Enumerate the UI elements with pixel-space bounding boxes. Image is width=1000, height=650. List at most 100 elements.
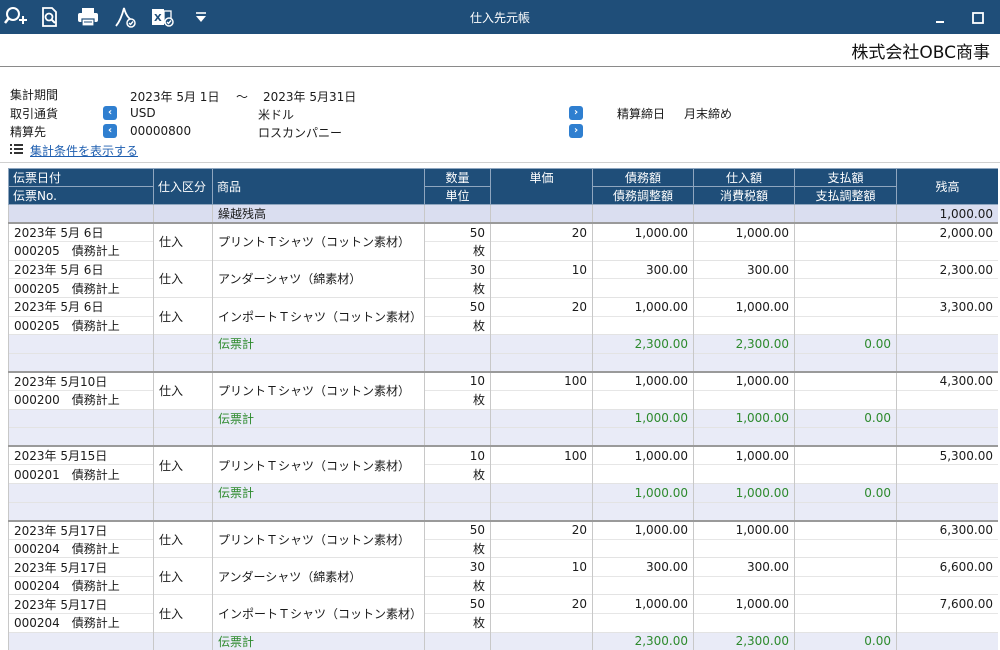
- row-balance: 4,300.00: [896, 371, 998, 391]
- row-debt-adj: [592, 315, 694, 335]
- subtotal-purchase: 2,300.00: [693, 334, 795, 354]
- row-kubun: 仕入: [153, 222, 213, 261]
- settle-prev-button[interactable]: ‹: [103, 124, 117, 138]
- row-payment: [794, 445, 897, 465]
- row-balance: 5,300.00: [896, 445, 998, 465]
- row-unit: 枚: [424, 613, 491, 633]
- currency-next-button[interactable]: ›: [569, 106, 583, 120]
- row-item: インポートＴシャツ（コットン素材）: [212, 594, 425, 633]
- row-date: 2023年 5月15日: [8, 445, 154, 465]
- row-price-empty: [490, 538, 593, 558]
- row-date: 2023年 5月 6日: [8, 296, 154, 317]
- subtotal-row[interactable]: 伝票計 2,300.00 2,300.00 0.00: [8, 631, 998, 650]
- row-tax: [693, 538, 795, 558]
- settle-next-button[interactable]: ›: [569, 124, 583, 138]
- title-bar: X 仕入先元帳: [0, 0, 1000, 34]
- header-date[interactable]: 伝票日付: [8, 168, 154, 187]
- subtotal-row[interactable]: 伝票計 2,300.00 2,300.00 0.00: [8, 334, 998, 354]
- show-conditions-link[interactable]: 集計条件を表示する: [30, 142, 138, 159]
- row-payment: [794, 557, 897, 577]
- row-qty: 50: [424, 222, 491, 242]
- row-tax: [693, 241, 795, 261]
- maximize-icon[interactable]: [968, 10, 988, 26]
- row-debt: 300.00: [592, 259, 694, 279]
- table-row[interactable]: 2023年 5月17日 仕入 プリントＴシャツ（コットン素材） 50 20 1,000.0…: [8, 520, 998, 558]
- row-kubun: 仕入: [153, 520, 213, 558]
- row-debt: 1,000.00: [592, 296, 694, 317]
- subtotal-label: 伝票計: [212, 482, 425, 502]
- row-item: アンダーシャツ（綿素材）: [212, 259, 425, 298]
- subtotal-row[interactable]: 伝票計 1,000.00 1,000.00 0.00: [8, 482, 998, 502]
- period-tilde: 〜: [236, 90, 249, 104]
- header-payment[interactable]: 支払額: [794, 168, 897, 187]
- row-balance-empty: [896, 241, 998, 261]
- row-date: 2023年 5月 6日: [8, 259, 154, 279]
- row-kubun: 仕入: [153, 557, 213, 595]
- subtotal-debt: 2,300.00: [592, 631, 694, 650]
- divider: [0, 66, 1000, 67]
- row-slip: 000205 債務計上: [8, 315, 154, 335]
- row-balance: 3,300.00: [896, 296, 998, 317]
- subtotal-label: 伝票計: [212, 334, 425, 354]
- row-item: プリントＴシャツ（コットン素材）: [212, 222, 425, 261]
- subtotal-row[interactable]: 伝票計 1,000.00 1,000.00 0.00: [8, 408, 998, 428]
- row-qty: 30: [424, 557, 491, 577]
- header-price[interactable]: 単価: [490, 168, 593, 205]
- table-row[interactable]: 2023年 5月10日 仕入 プリントＴシャツ（コットン素材） 10 100 1,000.…: [8, 371, 998, 410]
- row-slip: 000205 債務計上: [8, 241, 154, 261]
- currency-prev-button[interactable]: ‹: [103, 106, 117, 120]
- row-price-empty: [490, 613, 593, 633]
- row-tax: [693, 575, 795, 595]
- row-unit: 枚: [424, 464, 491, 484]
- row-payment-adj: [794, 389, 897, 410]
- header-balance[interactable]: 残高: [896, 168, 998, 205]
- row-payment: [794, 594, 897, 614]
- table-row[interactable]: 2023年 5月 6日 仕入 プリントＴシャツ（コットン素材） 50 20 1,000.0…: [8, 222, 998, 261]
- subtotal-payment: 0.00: [794, 334, 897, 354]
- row-kubun: 仕入: [153, 445, 213, 484]
- row-date: 2023年 5月17日: [8, 557, 154, 577]
- header-qty[interactable]: 数量: [424, 168, 491, 187]
- row-debt: 1,000.00: [592, 445, 694, 465]
- row-debt-adj: [592, 278, 694, 298]
- row-payment: [794, 371, 897, 391]
- carry-balance: 1,000.00: [896, 204, 998, 224]
- header-kubun[interactable]: 仕入区分: [153, 168, 213, 205]
- row-kubun: 仕入: [153, 259, 213, 298]
- header-debt[interactable]: 債務額: [592, 168, 694, 187]
- row-purchase: 300.00: [693, 557, 795, 577]
- header-debt-adj[interactable]: 債務調整額: [592, 186, 694, 205]
- header-slip-no[interactable]: 伝票No.: [8, 186, 154, 205]
- row-unit: 枚: [424, 315, 491, 335]
- row-debt-adj: [592, 241, 694, 261]
- minimize-icon[interactable]: [930, 10, 950, 26]
- company-name: 株式会社OBC商事: [851, 43, 990, 63]
- row-item: アンダーシャツ（綿素材）: [212, 557, 425, 595]
- table-row[interactable]: 2023年 5月 6日 仕入 アンダーシャツ（綿素材） 30 10 300.00 300.0…: [8, 259, 998, 298]
- row-tax: [693, 613, 795, 633]
- header-item[interactable]: 商品: [212, 168, 425, 205]
- row-tax: [693, 278, 795, 298]
- table-row[interactable]: 2023年 5月17日 仕入 インポートＴシャツ（コットン素材） 50 20 1,000.…: [8, 594, 998, 633]
- row-debt: 1,000.00: [592, 594, 694, 614]
- row-price-empty: [490, 241, 593, 261]
- table-row[interactable]: 2023年 5月15日 仕入 プリントＴシャツ（コットン素材） 10 100 1,000.…: [8, 445, 998, 484]
- header-purchase[interactable]: 仕入額: [693, 168, 795, 187]
- table-row[interactable]: 2023年 5月 6日 仕入 インポートＴシャツ（コットン素材） 50 20 1,000.…: [8, 296, 998, 335]
- row-date: 2023年 5月17日: [8, 594, 154, 614]
- row-balance-empty: [896, 613, 998, 633]
- row-qty: 50: [424, 296, 491, 317]
- header-unit[interactable]: 単位: [424, 186, 491, 205]
- row-debt: 300.00: [592, 557, 694, 577]
- closing-value: 月末締め: [684, 107, 733, 121]
- row-price-empty: [490, 575, 593, 595]
- group-spacer-row: [8, 352, 998, 373]
- row-purchase: 1,000.00: [693, 520, 795, 540]
- header-payment-adj[interactable]: 支払調整額: [794, 186, 897, 205]
- row-debt-adj: [592, 613, 694, 633]
- row-date: 2023年 5月10日: [8, 371, 154, 391]
- table-row[interactable]: 2023年 5月17日 仕入 アンダーシャツ（綿素材） 30 10 300.00 300.0…: [8, 557, 998, 595]
- carry-forward-row[interactable]: 繰越残高 1,000.00: [8, 204, 998, 224]
- header-tax[interactable]: 消費税額: [693, 186, 795, 205]
- row-purchase: 300.00: [693, 259, 795, 279]
